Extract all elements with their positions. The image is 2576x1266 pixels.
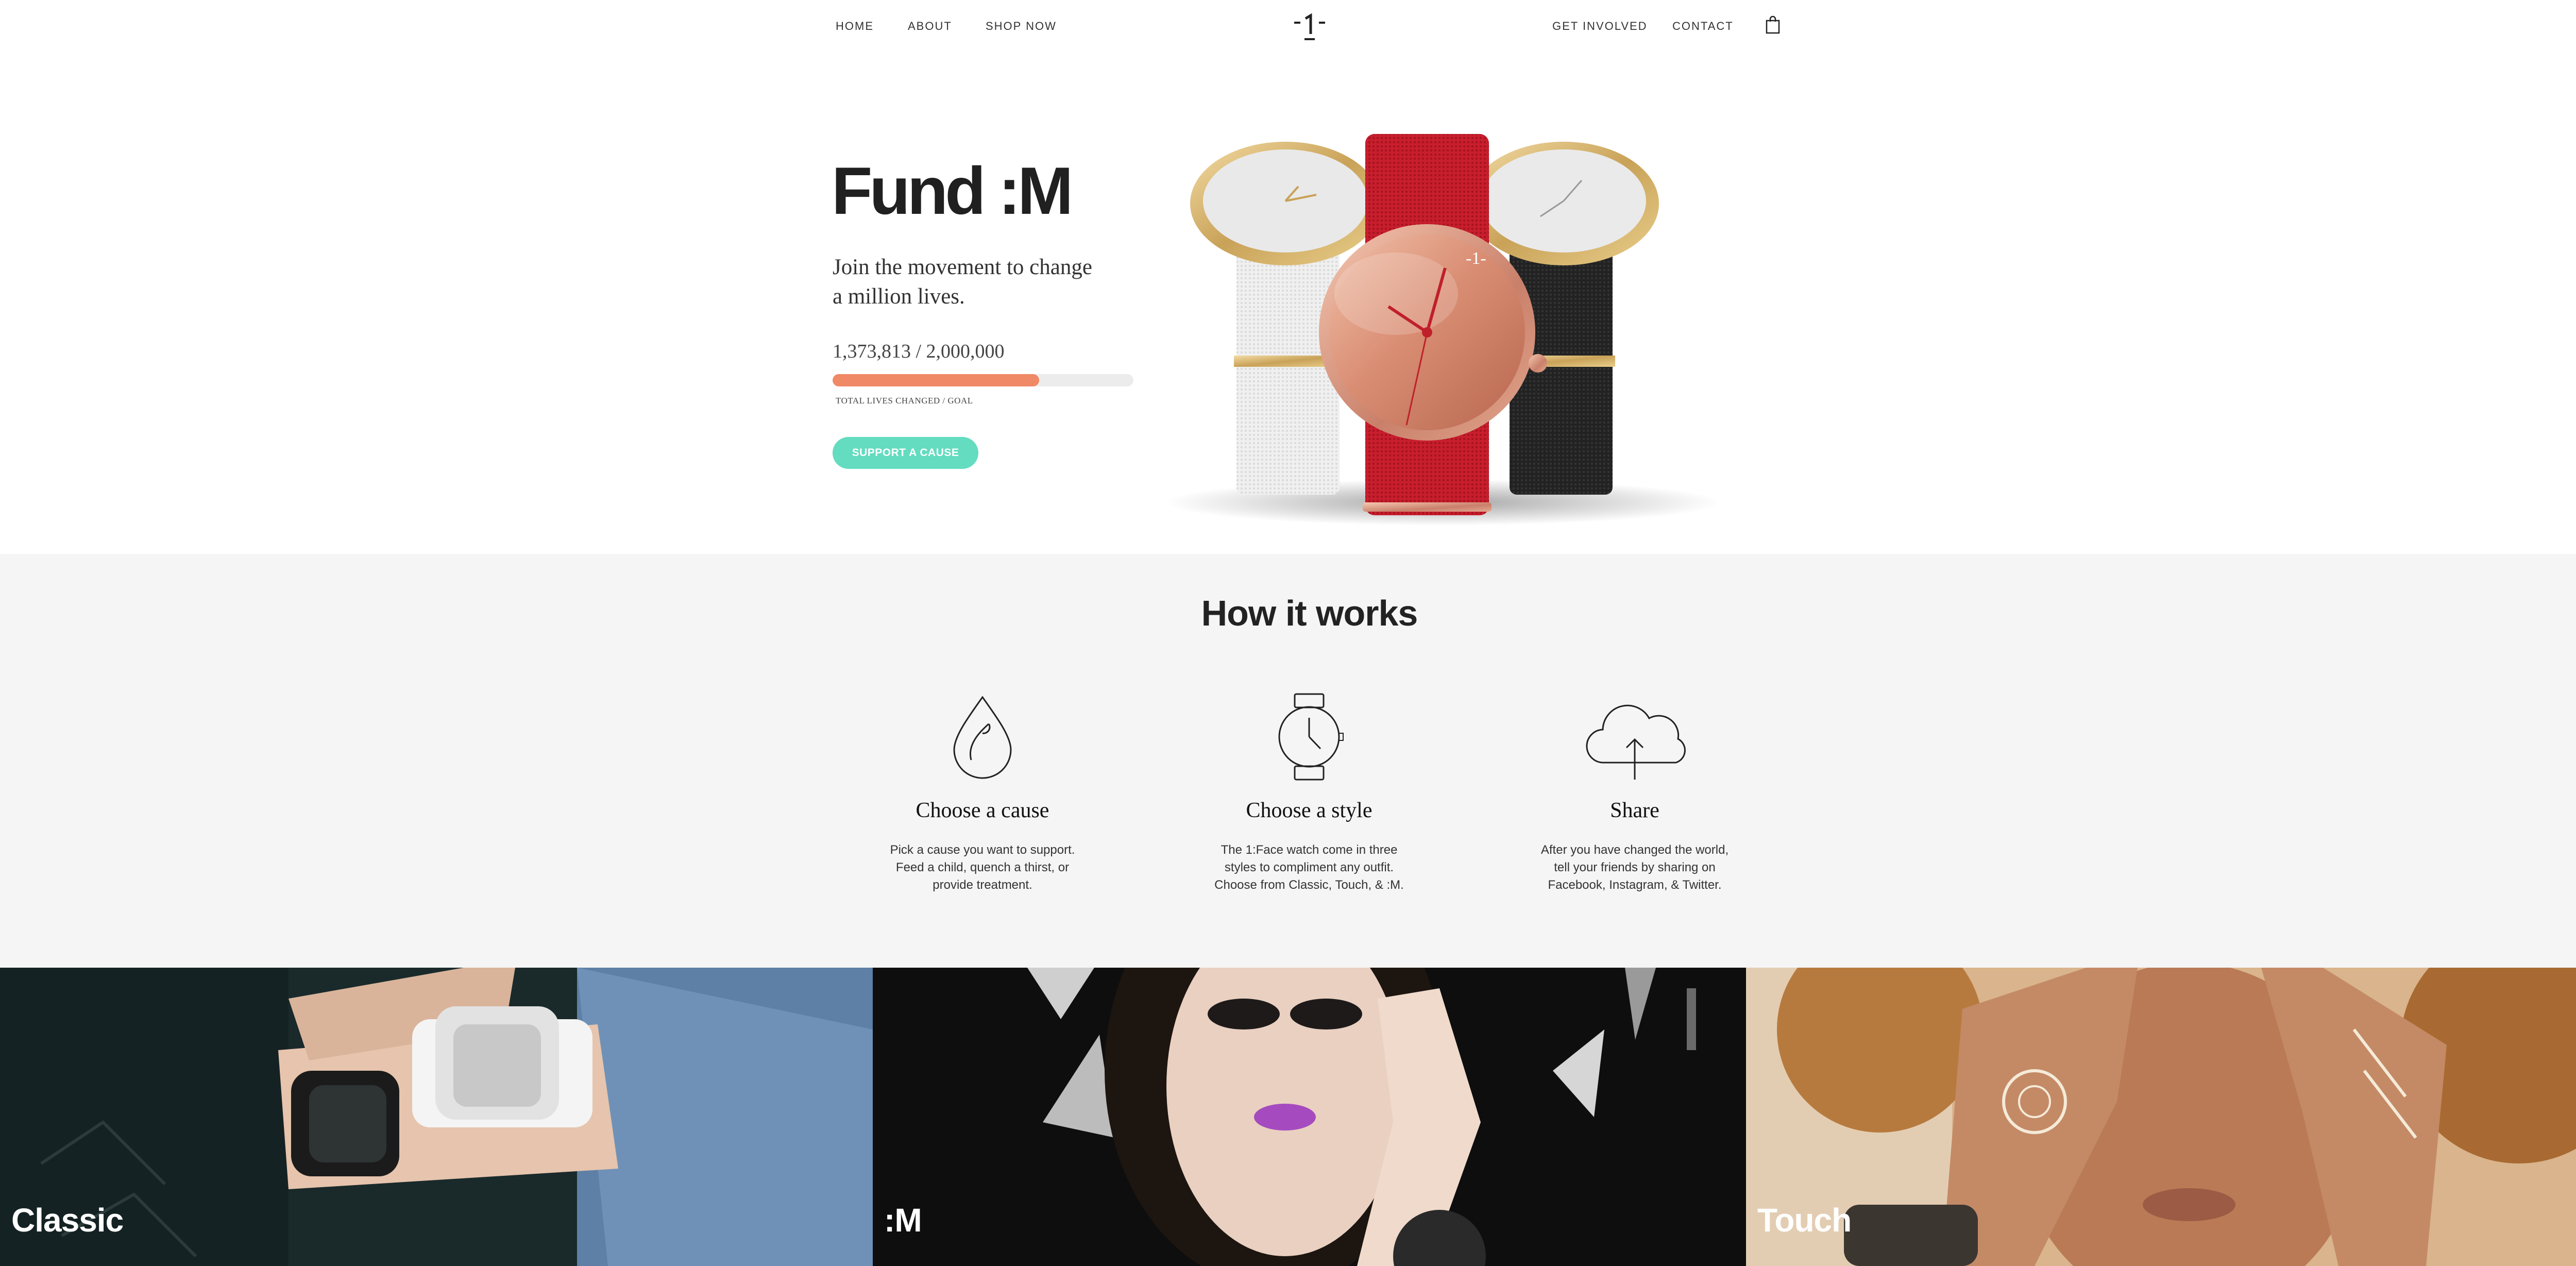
hero-subtitle-line-1: Join the movement to change (833, 255, 1092, 279)
svg-text:-1-: -1- (1466, 249, 1486, 268)
step-share: Share After you have changed the world, … (1516, 693, 1753, 894)
top-nav: HOME ABOUT SHOP NOW GET INVOLVED CONTACT (0, 0, 2576, 52)
how-it-works-section: How it works Choose a cause Pick a cause… (0, 554, 2576, 968)
gallery-label-m: :M (884, 1202, 922, 1239)
progress-bar (833, 374, 1133, 386)
m-photo (873, 968, 1746, 1266)
step-description: The 1:Face watch come in three styles to… (1214, 843, 1404, 892)
droplet-icon (953, 696, 1012, 779)
watches-product-image: -1- (1164, 134, 1721, 526)
shopping-bag-icon[interactable] (1765, 15, 1781, 34)
gallery-tile-classic[interactable]: Classic (0, 968, 873, 1266)
brand-logo[interactable] (1293, 11, 1326, 41)
gallery-tile-touch[interactable]: Touch (1746, 968, 2576, 1266)
style-gallery: Classic :M Touch (0, 968, 2576, 1266)
gallery-tile-m[interactable]: :M (873, 968, 1746, 1266)
step-choose-style: Choose a style The 1:Face watch come in … (1191, 693, 1428, 894)
gallery-label-classic: Classic (11, 1202, 124, 1239)
nav-home-link[interactable]: HOME (836, 20, 874, 33)
step-title: Choose a cause (916, 799, 1049, 822)
how-it-works-title: How it works (1201, 593, 1418, 633)
step-description: After you have changed the world, tell y… (1540, 843, 1729, 892)
progress-label: TOTAL LIVES CHANGED / GOAL (836, 396, 973, 406)
gallery-label-touch: Touch (1757, 1202, 1852, 1239)
hero-subtitle: Join the movement to change a million li… (833, 252, 1121, 311)
nav-contact-link[interactable]: CONTACT (1672, 20, 1734, 33)
hero-title: Fund :M (832, 153, 1073, 228)
nav-about-link[interactable]: ABOUT (908, 20, 952, 33)
lives-count: 1,373,813 / 2,000,000 (833, 341, 1005, 362)
progress-bar-fill (833, 374, 1040, 386)
hero-subtitle-line-2: a million lives. (833, 284, 965, 309)
nav-get-involved-link[interactable]: GET INVOLVED (1552, 20, 1648, 33)
step-description: Pick a cause you want to support. Feed a… (890, 843, 1075, 892)
nav-shop-now-link[interactable]: SHOP NOW (986, 20, 1057, 33)
classic-photo (0, 968, 873, 1266)
watch-icon (1278, 693, 1344, 781)
support-a-cause-button[interactable]: SUPPORT A CAUSE (833, 437, 978, 469)
cloud-upload-icon (1586, 704, 1686, 780)
step-title: Choose a style (1246, 799, 1372, 822)
step-choose-cause: Choose a cause Pick a cause you want to … (864, 693, 1101, 894)
touch-photo (1746, 968, 2576, 1266)
hero-section: Fund :M Join the movement to change a mi… (0, 52, 2576, 554)
step-title: Share (1610, 799, 1659, 822)
